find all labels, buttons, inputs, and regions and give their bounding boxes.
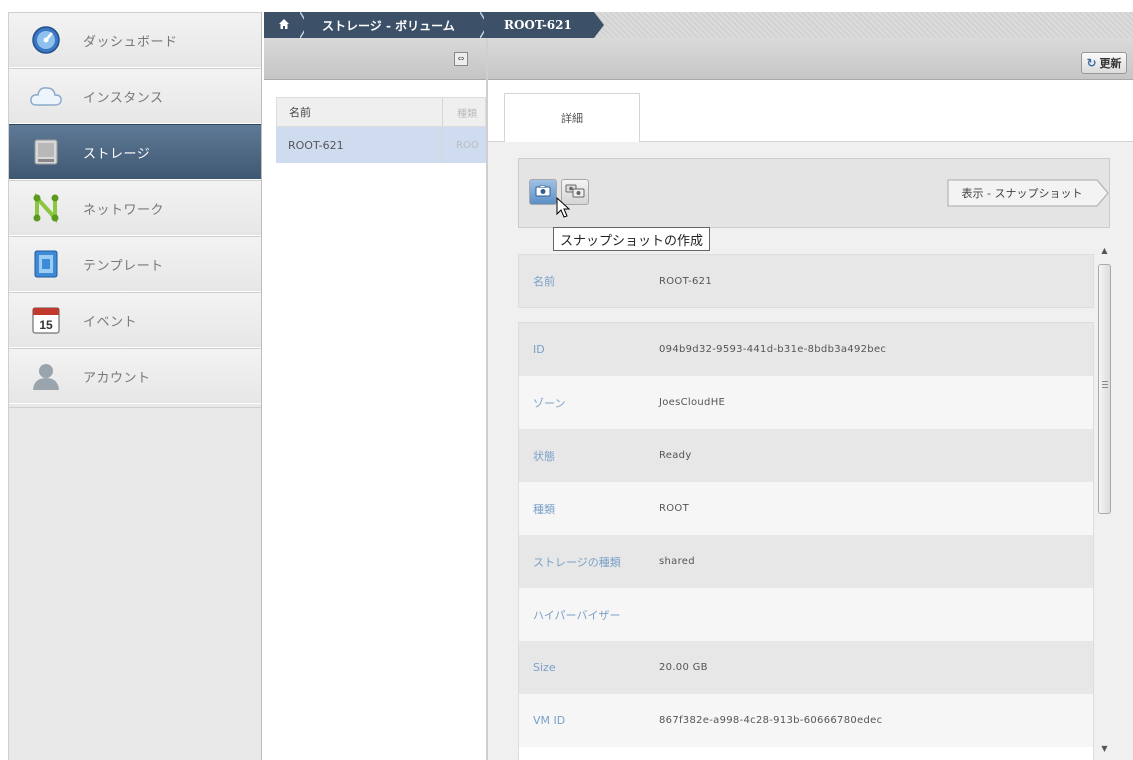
mouse-cursor-icon xyxy=(556,196,572,219)
field-label: VM ID xyxy=(533,714,566,727)
camera-icon xyxy=(535,184,551,200)
field-label: ハイパーバイザー xyxy=(533,608,621,622)
field-row-hypervisor: ハイパーバイザー xyxy=(519,588,1093,641)
field-row-name: 名前 ROOT-621 xyxy=(519,255,1093,307)
breadcrumb: ストレージ - ボリューム ROOT-621 xyxy=(264,12,1133,38)
tooltip: スナップショットの作成 xyxy=(553,227,711,251)
field-value: 20.00 GB xyxy=(659,662,708,673)
field-value: 094b9d32-9593-441d-b31e-8bdb3a492bec xyxy=(659,344,887,355)
template-icon xyxy=(29,247,63,281)
volume-table: 名前 種類 ROOT-621 ROO xyxy=(276,97,486,163)
refresh-button[interactable]: ↻ 更新 xyxy=(1081,52,1127,74)
field-row-state: 状態 Ready xyxy=(519,429,1093,482)
name-section: 名前 ROOT-621 xyxy=(518,254,1094,308)
field-label: ゾーン xyxy=(533,396,566,410)
field-label: 名前 xyxy=(533,275,555,288)
list-toolbar: ⇔ xyxy=(264,38,486,80)
scroll-down-icon[interactable]: ▼ xyxy=(1096,742,1113,756)
column-header-type[interactable]: 種類 xyxy=(443,105,477,120)
refresh-label: 更新 xyxy=(1099,57,1122,70)
calendar-icon: 15 xyxy=(29,303,63,337)
field-value: JoesCloudHE xyxy=(659,397,726,408)
dashboard-icon xyxy=(29,23,63,57)
row-name: ROOT-621 xyxy=(276,127,442,163)
breadcrumb-current[interactable]: ROOT-621 xyxy=(484,12,594,38)
take-snapshot-button[interactable] xyxy=(529,179,557,205)
field-label: Size xyxy=(533,661,556,674)
sidebar-item-templates[interactable]: テンプレート xyxy=(9,236,261,292)
sidebar-item-label: ダッシュボード xyxy=(83,34,178,50)
tab-strip: 詳細 xyxy=(488,80,1133,142)
sidebar-item-label: ストレージ xyxy=(83,146,151,162)
field-label: 状態 xyxy=(533,449,555,463)
home-icon xyxy=(278,18,290,33)
sidebar-item-label: インスタンス xyxy=(83,90,164,106)
sidebar-item-label: ネットワーク xyxy=(83,202,165,218)
sidebar-item-network[interactable]: ネットワーク xyxy=(9,180,261,236)
cloud-icon xyxy=(29,79,63,113)
sidebar-item-instances[interactable]: インスタンス xyxy=(9,68,261,124)
detail-scrollbar[interactable]: ▲ ▼ xyxy=(1096,244,1113,756)
breadcrumb-storage-volumes[interactable]: ストレージ - ボリューム xyxy=(304,12,484,38)
view-snapshots-button[interactable]: 表示 - スナップショット xyxy=(947,179,1109,207)
breadcrumb-home[interactable] xyxy=(264,12,304,38)
sidebar: ダッシュボード インスタンス ストレージ ネットワーク テンプレート 15 イベ… xyxy=(8,12,262,760)
scrollbar-thumb[interactable] xyxy=(1098,264,1111,514)
sidebar-item-dashboard[interactable]: ダッシュボード xyxy=(9,12,261,68)
scroll-up-icon[interactable]: ▲ xyxy=(1096,244,1113,258)
refresh-icon: ↻ xyxy=(1086,56,1097,70)
sidebar-item-events[interactable]: 15 イベント xyxy=(9,292,261,348)
table-header: 名前 種類 xyxy=(276,97,486,127)
field-row-size: Size 20.00 GB xyxy=(519,641,1093,694)
table-row[interactable]: ROOT-621 ROO xyxy=(276,127,486,163)
scrollbar-grip xyxy=(1102,381,1108,382)
field-label: 種類 xyxy=(533,502,555,516)
field-row-zone: ゾーン JoesCloudHE xyxy=(519,376,1093,429)
network-icon xyxy=(29,191,63,225)
sidebar-item-accounts[interactable]: アカウント xyxy=(9,348,261,404)
detail-panel: ↻ 更新 詳細 表示 - スナップショット スナップショットの作成 名前 ROO… xyxy=(486,38,1133,760)
breadcrumb-end-arrow xyxy=(594,12,604,38)
column-header-name[interactable]: 名前 xyxy=(277,98,443,126)
sidebar-item-storage[interactable]: ストレージ xyxy=(9,124,261,180)
field-row-vm-id: VM ID 867f382e-a998-4c28-913b-60666780ed… xyxy=(519,694,1093,747)
field-value: shared xyxy=(659,556,695,567)
field-row-type: 種類 ROOT xyxy=(519,482,1093,535)
sidebar-empty-area xyxy=(9,407,261,760)
view-snapshots-label: 表示 - スナップショット xyxy=(961,187,1083,200)
expand-panel-button[interactable]: ⇔ xyxy=(454,52,468,66)
detail-toolbar: ↻ 更新 xyxy=(488,38,1133,80)
storage-icon xyxy=(29,135,63,169)
row-type: ROO xyxy=(456,139,479,151)
field-label: ストレージの種類 xyxy=(533,555,621,569)
sidebar-item-label: テンプレート xyxy=(83,258,164,274)
sidebar-item-label: アカウント xyxy=(83,370,151,386)
field-value: ROOT xyxy=(659,503,689,514)
volume-list-panel: ⇔ 名前 種類 ROOT-621 ROO xyxy=(264,38,486,760)
field-label: ID xyxy=(533,343,545,356)
details-section: ID 094b9d32-9593-441d-b31e-8bdb3a492bec … xyxy=(518,322,1094,760)
tab-details[interactable]: 詳細 xyxy=(504,93,640,142)
sidebar-item-label: イベント xyxy=(83,314,138,330)
field-value: 867f382e-a998-4c28-913b-60666780edec xyxy=(659,715,883,726)
field-row-id: ID 094b9d32-9593-441d-b31e-8bdb3a492bec xyxy=(519,323,1093,376)
field-row-storage-type: ストレージの種類 shared xyxy=(519,535,1093,588)
action-bar: 表示 - スナップショット xyxy=(518,158,1110,228)
field-value: Ready xyxy=(659,450,692,461)
user-icon xyxy=(29,359,63,393)
field-value: ROOT-621 xyxy=(659,275,712,287)
calendar-day: 15 xyxy=(39,318,53,332)
